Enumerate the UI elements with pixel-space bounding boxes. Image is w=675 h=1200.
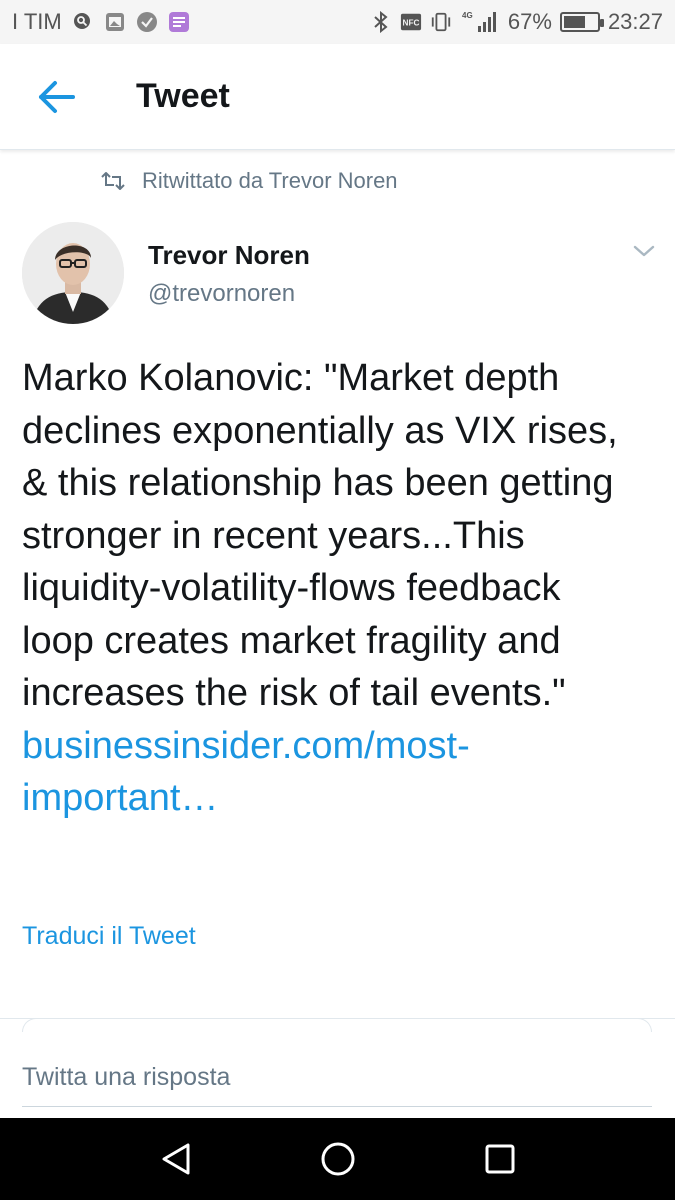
- author-handle[interactable]: @trevornoren: [148, 280, 295, 308]
- retweet-icon: [101, 172, 125, 190]
- clock: 23:27: [607, 9, 663, 34]
- reply-bar-edge: [22, 1018, 652, 1032]
- reply-input[interactable]: [22, 1049, 652, 1107]
- battery-icon: [559, 12, 604, 32]
- svg-text:NFC: NFC: [402, 19, 419, 28]
- author-name[interactable]: Trevor Noren: [148, 240, 310, 271]
- battery-fill: [563, 16, 586, 28]
- retweet-label: Ritwittato da Trevor Noren: [142, 168, 398, 193]
- avatar-image: [22, 222, 124, 324]
- search-notification-icon: [72, 11, 94, 33]
- nfc-icon: NFC: [400, 11, 422, 33]
- triangle-back-icon: [162, 1143, 189, 1175]
- gallery-notification-icon: [104, 11, 126, 33]
- tweet-author: Trevor Noren @trevornoren: [22, 222, 662, 326]
- message-notification-icon: [168, 11, 190, 33]
- nav-back-button[interactable]: [154, 1137, 198, 1181]
- system-nav-bar: [0, 1118, 675, 1200]
- vibrate-icon: [430, 11, 452, 33]
- translate-tweet-link[interactable]: Traduci il Tweet: [22, 922, 196, 951]
- check-notification-icon: [136, 11, 158, 33]
- tweet-link[interactable]: businessinsider.com/most-important…: [22, 720, 642, 825]
- retweet-attribution[interactable]: Ritwittato da Trevor Noren: [100, 168, 398, 194]
- carrier-label: I TIM: [12, 9, 62, 34]
- square-recents-icon: [485, 1144, 514, 1174]
- tweet-options-button[interactable]: [626, 236, 662, 266]
- chevron-down-icon: [633, 245, 655, 257]
- tweet-body: Marko Kolanovic: "Market depth declines …: [22, 352, 642, 825]
- signal-icon: 4G: [460, 11, 500, 33]
- status-left: I TIM: [12, 9, 190, 35]
- nav-home-button[interactable]: [316, 1137, 360, 1181]
- nav-recents-button[interactable]: [478, 1137, 522, 1181]
- tweet-text: Marko Kolanovic: "Market depth declines …: [22, 357, 618, 714]
- bluetooth-icon: [370, 11, 392, 33]
- status-bar: I TIM NFC 4G 67% 23:27: [0, 0, 675, 44]
- page-title: Tweet: [136, 77, 230, 115]
- battery-percent: 67%: [507, 9, 552, 34]
- status-right: NFC 4G 67% 23:27: [370, 9, 663, 35]
- network-type-label: 4G: [462, 11, 473, 20]
- back-arrow-icon: [39, 80, 75, 113]
- back-button[interactable]: [22, 62, 92, 132]
- reply-bar: [0, 1018, 675, 1118]
- avatar[interactable]: [22, 222, 124, 324]
- circle-home-icon: [321, 1142, 354, 1176]
- app-header: Tweet: [0, 44, 675, 150]
